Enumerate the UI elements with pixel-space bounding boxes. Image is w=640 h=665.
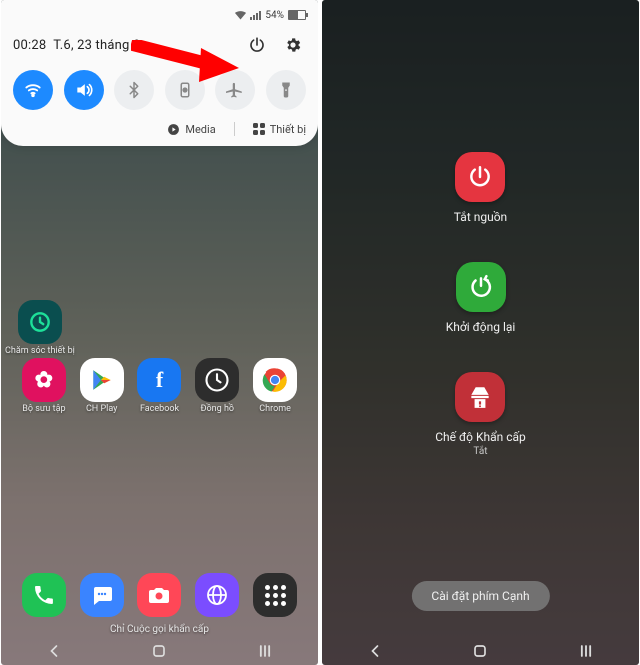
screenshot-left: 54% 00:28 T.6, 23 tháng 8 <box>1 0 318 665</box>
nav-back[interactable] <box>365 641 385 661</box>
power-icon[interactable] <box>248 36 266 54</box>
nav-home[interactable] <box>470 641 490 661</box>
screenshot-right: Tắt nguồn Khởi động lại Chế độ Khẩn cấp … <box>322 0 639 665</box>
app-facebook[interactable]: f Facebook <box>131 358 189 415</box>
emergency-mode-button[interactable]: Chế độ Khẩn cấp Tắt <box>435 372 526 457</box>
nav-recents[interactable] <box>255 641 275 661</box>
wifi-status-icon <box>235 11 246 20</box>
app-clock[interactable]: Đồng hồ <box>188 358 246 415</box>
sound-toggle[interactable] <box>64 70 104 110</box>
nav-bar <box>1 637 318 665</box>
flashlight-toggle[interactable] <box>266 70 306 110</box>
app-play-store[interactable]: CH Play <box>73 358 131 415</box>
power-off-button[interactable]: Tắt nguồn <box>454 152 507 224</box>
signal-icon <box>250 11 261 20</box>
power-menu: Tắt nguồn Khởi động lại Chế độ Khẩn cấp … <box>322 0 639 665</box>
nav-bar-right <box>322 637 639 665</box>
home-screen: Chăm sóc thiết bị ✿ Bộ sưu tập CH Play f… <box>1 300 318 665</box>
app-device-care[interactable]: Chăm sóc thiết bị <box>5 300 75 357</box>
callout-arrow <box>131 40 241 84</box>
side-key-settings-button[interactable]: Cài đặt phím Cạnh <box>411 581 549 611</box>
status-bar: 54% <box>13 8 306 22</box>
gear-icon[interactable] <box>284 36 302 54</box>
app-chrome[interactable]: Chrome <box>246 358 304 415</box>
nav-back[interactable] <box>44 641 64 661</box>
clock-date: 00:28 T.6, 23 tháng 8 <box>13 38 140 53</box>
restart-button[interactable]: Khởi động lại <box>446 262 516 334</box>
devices-button[interactable]: Thiết bị <box>253 122 306 136</box>
wifi-toggle[interactable] <box>13 70 53 110</box>
battery-icon <box>288 10 306 20</box>
media-button[interactable]: Media <box>167 122 215 136</box>
nav-home[interactable] <box>149 641 169 661</box>
app-gallery[interactable]: ✿ Bộ sưu tập <box>15 358 73 415</box>
nav-recents[interactable] <box>576 641 596 661</box>
battery-pct: 54% <box>265 10 284 21</box>
